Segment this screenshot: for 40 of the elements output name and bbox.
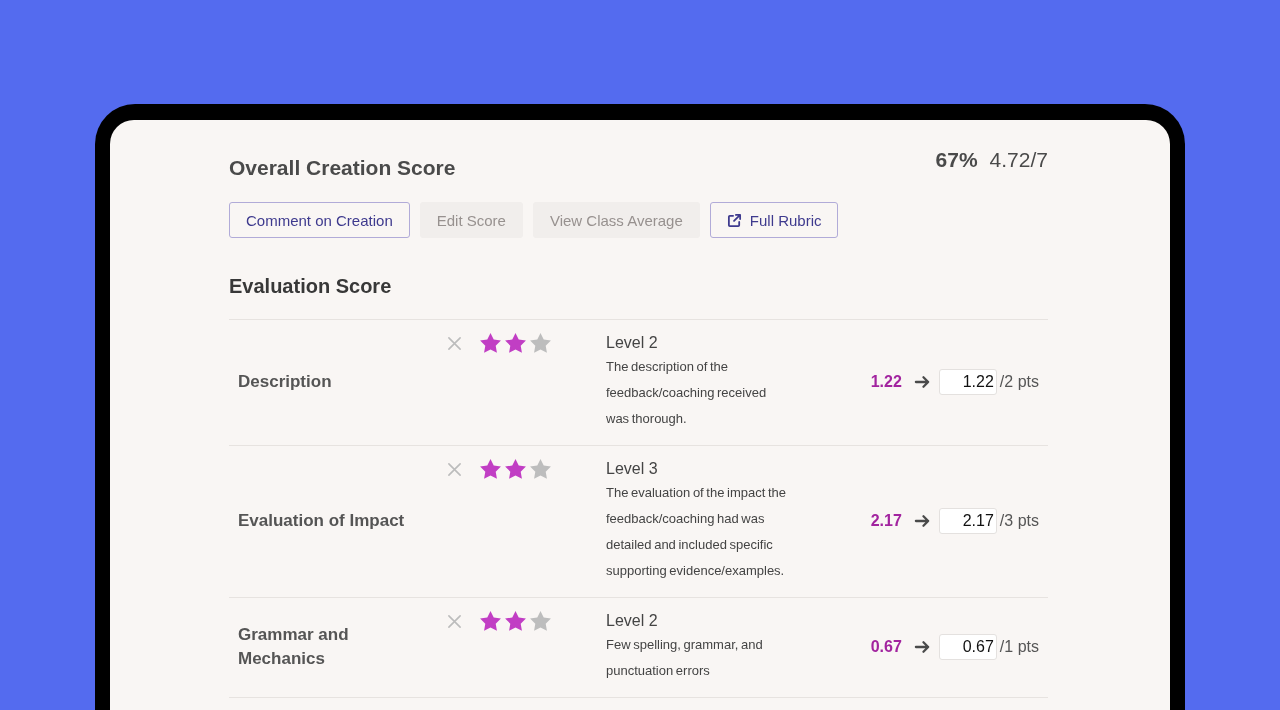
score-input[interactable]: 2.17: [938, 508, 997, 534]
level-label: Level 2: [606, 611, 659, 631]
criterion-name: Description: [237, 371, 333, 393]
star-icon[interactable]: [530, 459, 551, 479]
star-icon[interactable]: [505, 611, 526, 631]
score-total: 4.72/7: [989, 147, 1048, 173]
star-icon[interactable]: [530, 333, 551, 353]
score-value: 2.17: [870, 512, 902, 530]
level-label: Level 2: [606, 333, 659, 353]
star-icon[interactable]: [480, 459, 501, 479]
section-title: Evaluation Score: [229, 274, 393, 299]
action-button[interactable]: Comment on Creation: [229, 202, 410, 238]
level-description: Few spelling, grammar, and punctuation errors: [606, 636, 764, 680]
level-description: The description of the feedback/coaching received was thorough.: [606, 358, 768, 428]
external-link-icon: [726, 212, 742, 228]
star-icon[interactable]: [480, 611, 501, 631]
score-percent: 67%: [935, 147, 978, 173]
criterion-name: Evaluation of Impact: [237, 510, 406, 532]
level-description: The evaluation of the impact the feedback/coaching had was detailed and included specific supporting evidence/examples.: [606, 484, 787, 580]
page-title: Overall Creation Score: [229, 155, 456, 181]
star-icon[interactable]: [480, 333, 501, 353]
score-input[interactable]: 0.67: [938, 634, 997, 660]
arrow-right-icon: [913, 514, 931, 528]
max-points: /2 pts: [999, 373, 1039, 391]
action-button[interactable]: Full Rubric: [709, 202, 839, 238]
max-points: /1 pts: [999, 638, 1039, 656]
criterion-name: Grammar and Mechanics: [237, 624, 350, 670]
star-icon[interactable]: [530, 611, 551, 631]
star-rating[interactable]: [480, 611, 551, 631]
max-points: /3 pts: [999, 512, 1039, 530]
star-icon[interactable]: [505, 459, 526, 479]
arrow-right-icon: [913, 375, 931, 389]
score-value: 0.67: [870, 638, 902, 656]
level-label: Level 3: [606, 459, 659, 479]
score-value: 1.22: [870, 373, 902, 391]
score-input[interactable]: 1.22: [938, 369, 997, 395]
arrow-right-icon: [913, 640, 931, 654]
star-rating[interactable]: [480, 333, 551, 353]
star-rating[interactable]: [480, 459, 551, 479]
star-icon[interactable]: [505, 333, 526, 353]
